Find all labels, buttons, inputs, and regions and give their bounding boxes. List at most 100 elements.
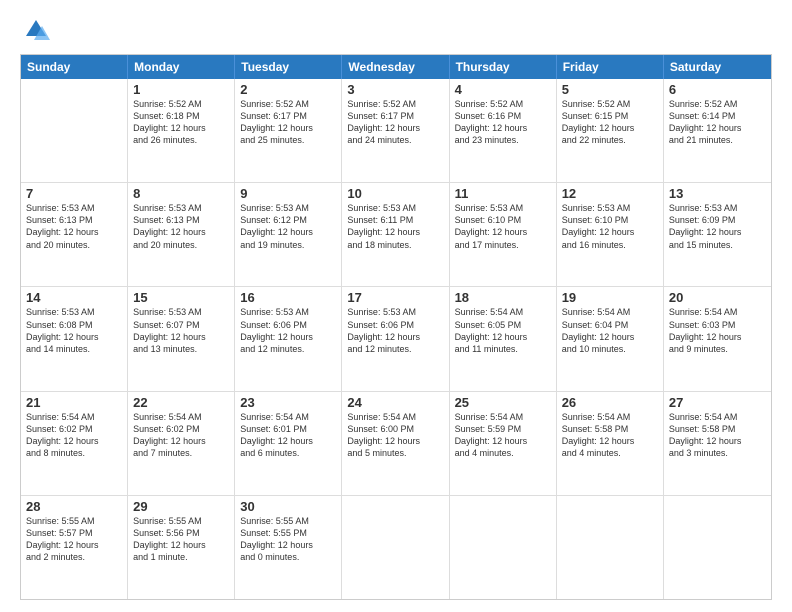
day-cell-29: 29Sunrise: 5:55 AM Sunset: 5:56 PM Dayli… [128, 496, 235, 599]
day-info: Sunrise: 5:53 AM Sunset: 6:06 PM Dayligh… [347, 306, 443, 355]
day-number: 15 [133, 290, 229, 305]
day-cell-15: 15Sunrise: 5:53 AM Sunset: 6:07 PM Dayli… [128, 287, 235, 390]
empty-cell-4-3 [342, 496, 449, 599]
day-number: 20 [669, 290, 766, 305]
page: SundayMondayTuesdayWednesdayThursdayFrid… [0, 0, 792, 612]
day-number: 19 [562, 290, 658, 305]
calendar: SundayMondayTuesdayWednesdayThursdayFrid… [20, 54, 772, 600]
weekday-header-thursday: Thursday [450, 55, 557, 79]
day-info: Sunrise: 5:54 AM Sunset: 6:02 PM Dayligh… [133, 411, 229, 460]
calendar-row-5: 28Sunrise: 5:55 AM Sunset: 5:57 PM Dayli… [21, 495, 771, 599]
day-cell-13: 13Sunrise: 5:53 AM Sunset: 6:09 PM Dayli… [664, 183, 771, 286]
empty-cell-0-0 [21, 79, 128, 182]
day-info: Sunrise: 5:53 AM Sunset: 6:13 PM Dayligh… [133, 202, 229, 251]
day-number: 17 [347, 290, 443, 305]
day-number: 12 [562, 186, 658, 201]
day-info: Sunrise: 5:52 AM Sunset: 6:16 PM Dayligh… [455, 98, 551, 147]
day-cell-23: 23Sunrise: 5:54 AM Sunset: 6:01 PM Dayli… [235, 392, 342, 495]
day-number: 14 [26, 290, 122, 305]
day-cell-17: 17Sunrise: 5:53 AM Sunset: 6:06 PM Dayli… [342, 287, 449, 390]
day-number: 27 [669, 395, 766, 410]
day-cell-7: 7Sunrise: 5:53 AM Sunset: 6:13 PM Daylig… [21, 183, 128, 286]
day-info: Sunrise: 5:54 AM Sunset: 6:04 PM Dayligh… [562, 306, 658, 355]
day-info: Sunrise: 5:53 AM Sunset: 6:10 PM Dayligh… [562, 202, 658, 251]
day-info: Sunrise: 5:53 AM Sunset: 6:12 PM Dayligh… [240, 202, 336, 251]
day-number: 25 [455, 395, 551, 410]
day-info: Sunrise: 5:54 AM Sunset: 6:03 PM Dayligh… [669, 306, 766, 355]
day-info: Sunrise: 5:53 AM Sunset: 6:11 PM Dayligh… [347, 202, 443, 251]
day-number: 16 [240, 290, 336, 305]
day-number: 2 [240, 82, 336, 97]
day-info: Sunrise: 5:55 AM Sunset: 5:55 PM Dayligh… [240, 515, 336, 564]
day-number: 3 [347, 82, 443, 97]
weekday-header-saturday: Saturday [664, 55, 771, 79]
day-cell-5: 5Sunrise: 5:52 AM Sunset: 6:15 PM Daylig… [557, 79, 664, 182]
day-info: Sunrise: 5:54 AM Sunset: 6:02 PM Dayligh… [26, 411, 122, 460]
day-cell-14: 14Sunrise: 5:53 AM Sunset: 6:08 PM Dayli… [21, 287, 128, 390]
day-cell-25: 25Sunrise: 5:54 AM Sunset: 5:59 PM Dayli… [450, 392, 557, 495]
day-cell-2: 2Sunrise: 5:52 AM Sunset: 6:17 PM Daylig… [235, 79, 342, 182]
header [20, 16, 772, 44]
day-info: Sunrise: 5:52 AM Sunset: 6:17 PM Dayligh… [240, 98, 336, 147]
day-number: 23 [240, 395, 336, 410]
day-info: Sunrise: 5:55 AM Sunset: 5:56 PM Dayligh… [133, 515, 229, 564]
day-number: 9 [240, 186, 336, 201]
day-info: Sunrise: 5:54 AM Sunset: 6:05 PM Dayligh… [455, 306, 551, 355]
day-number: 24 [347, 395, 443, 410]
day-number: 21 [26, 395, 122, 410]
day-number: 7 [26, 186, 122, 201]
day-number: 1 [133, 82, 229, 97]
calendar-row-2: 7Sunrise: 5:53 AM Sunset: 6:13 PM Daylig… [21, 182, 771, 286]
logo-icon [22, 16, 50, 44]
day-number: 28 [26, 499, 122, 514]
day-cell-19: 19Sunrise: 5:54 AM Sunset: 6:04 PM Dayli… [557, 287, 664, 390]
day-number: 30 [240, 499, 336, 514]
logo [20, 16, 50, 44]
day-info: Sunrise: 5:54 AM Sunset: 5:58 PM Dayligh… [669, 411, 766, 460]
day-info: Sunrise: 5:53 AM Sunset: 6:13 PM Dayligh… [26, 202, 122, 251]
day-info: Sunrise: 5:53 AM Sunset: 6:09 PM Dayligh… [669, 202, 766, 251]
day-cell-21: 21Sunrise: 5:54 AM Sunset: 6:02 PM Dayli… [21, 392, 128, 495]
weekday-header-monday: Monday [128, 55, 235, 79]
day-cell-12: 12Sunrise: 5:53 AM Sunset: 6:10 PM Dayli… [557, 183, 664, 286]
day-cell-22: 22Sunrise: 5:54 AM Sunset: 6:02 PM Dayli… [128, 392, 235, 495]
day-cell-20: 20Sunrise: 5:54 AM Sunset: 6:03 PM Dayli… [664, 287, 771, 390]
day-cell-4: 4Sunrise: 5:52 AM Sunset: 6:16 PM Daylig… [450, 79, 557, 182]
calendar-row-4: 21Sunrise: 5:54 AM Sunset: 6:02 PM Dayli… [21, 391, 771, 495]
day-cell-6: 6Sunrise: 5:52 AM Sunset: 6:14 PM Daylig… [664, 79, 771, 182]
day-cell-24: 24Sunrise: 5:54 AM Sunset: 6:00 PM Dayli… [342, 392, 449, 495]
day-number: 13 [669, 186, 766, 201]
calendar-row-1: 1Sunrise: 5:52 AM Sunset: 6:18 PM Daylig… [21, 79, 771, 182]
day-number: 11 [455, 186, 551, 201]
day-info: Sunrise: 5:52 AM Sunset: 6:14 PM Dayligh… [669, 98, 766, 147]
day-number: 22 [133, 395, 229, 410]
day-cell-28: 28Sunrise: 5:55 AM Sunset: 5:57 PM Dayli… [21, 496, 128, 599]
empty-cell-4-5 [557, 496, 664, 599]
day-number: 10 [347, 186, 443, 201]
empty-cell-4-4 [450, 496, 557, 599]
day-info: Sunrise: 5:54 AM Sunset: 5:58 PM Dayligh… [562, 411, 658, 460]
day-info: Sunrise: 5:54 AM Sunset: 6:00 PM Dayligh… [347, 411, 443, 460]
day-number: 29 [133, 499, 229, 514]
calendar-header: SundayMondayTuesdayWednesdayThursdayFrid… [21, 55, 771, 79]
day-cell-27: 27Sunrise: 5:54 AM Sunset: 5:58 PM Dayli… [664, 392, 771, 495]
weekday-header-tuesday: Tuesday [235, 55, 342, 79]
day-info: Sunrise: 5:52 AM Sunset: 6:17 PM Dayligh… [347, 98, 443, 147]
day-info: Sunrise: 5:53 AM Sunset: 6:06 PM Dayligh… [240, 306, 336, 355]
day-cell-9: 9Sunrise: 5:53 AM Sunset: 6:12 PM Daylig… [235, 183, 342, 286]
day-cell-26: 26Sunrise: 5:54 AM Sunset: 5:58 PM Dayli… [557, 392, 664, 495]
day-cell-16: 16Sunrise: 5:53 AM Sunset: 6:06 PM Dayli… [235, 287, 342, 390]
weekday-header-friday: Friday [557, 55, 664, 79]
day-info: Sunrise: 5:52 AM Sunset: 6:18 PM Dayligh… [133, 98, 229, 147]
day-cell-3: 3Sunrise: 5:52 AM Sunset: 6:17 PM Daylig… [342, 79, 449, 182]
day-info: Sunrise: 5:53 AM Sunset: 6:07 PM Dayligh… [133, 306, 229, 355]
weekday-header-sunday: Sunday [21, 55, 128, 79]
empty-cell-4-6 [664, 496, 771, 599]
day-info: Sunrise: 5:54 AM Sunset: 5:59 PM Dayligh… [455, 411, 551, 460]
day-info: Sunrise: 5:55 AM Sunset: 5:57 PM Dayligh… [26, 515, 122, 564]
day-number: 26 [562, 395, 658, 410]
day-info: Sunrise: 5:52 AM Sunset: 6:15 PM Dayligh… [562, 98, 658, 147]
day-number: 18 [455, 290, 551, 305]
day-info: Sunrise: 5:54 AM Sunset: 6:01 PM Dayligh… [240, 411, 336, 460]
day-number: 5 [562, 82, 658, 97]
